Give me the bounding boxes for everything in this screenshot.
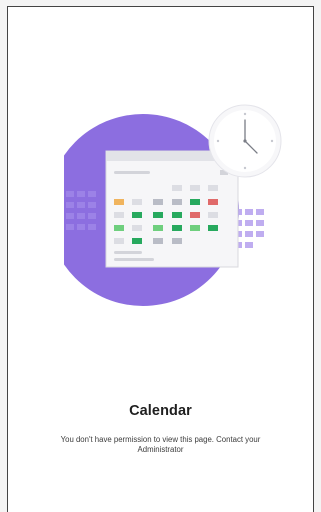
clock-icon <box>208 104 282 178</box>
permission-message: You don't have permission to view this p… <box>60 435 261 454</box>
calendar-window <box>105 150 239 268</box>
app-screen: Calendar You don't have permission to vi… <box>7 6 314 512</box>
calendar-clock-illustration <box>64 104 282 306</box>
calendar-illustration <box>64 101 304 321</box>
page-title: Calendar <box>129 403 192 419</box>
